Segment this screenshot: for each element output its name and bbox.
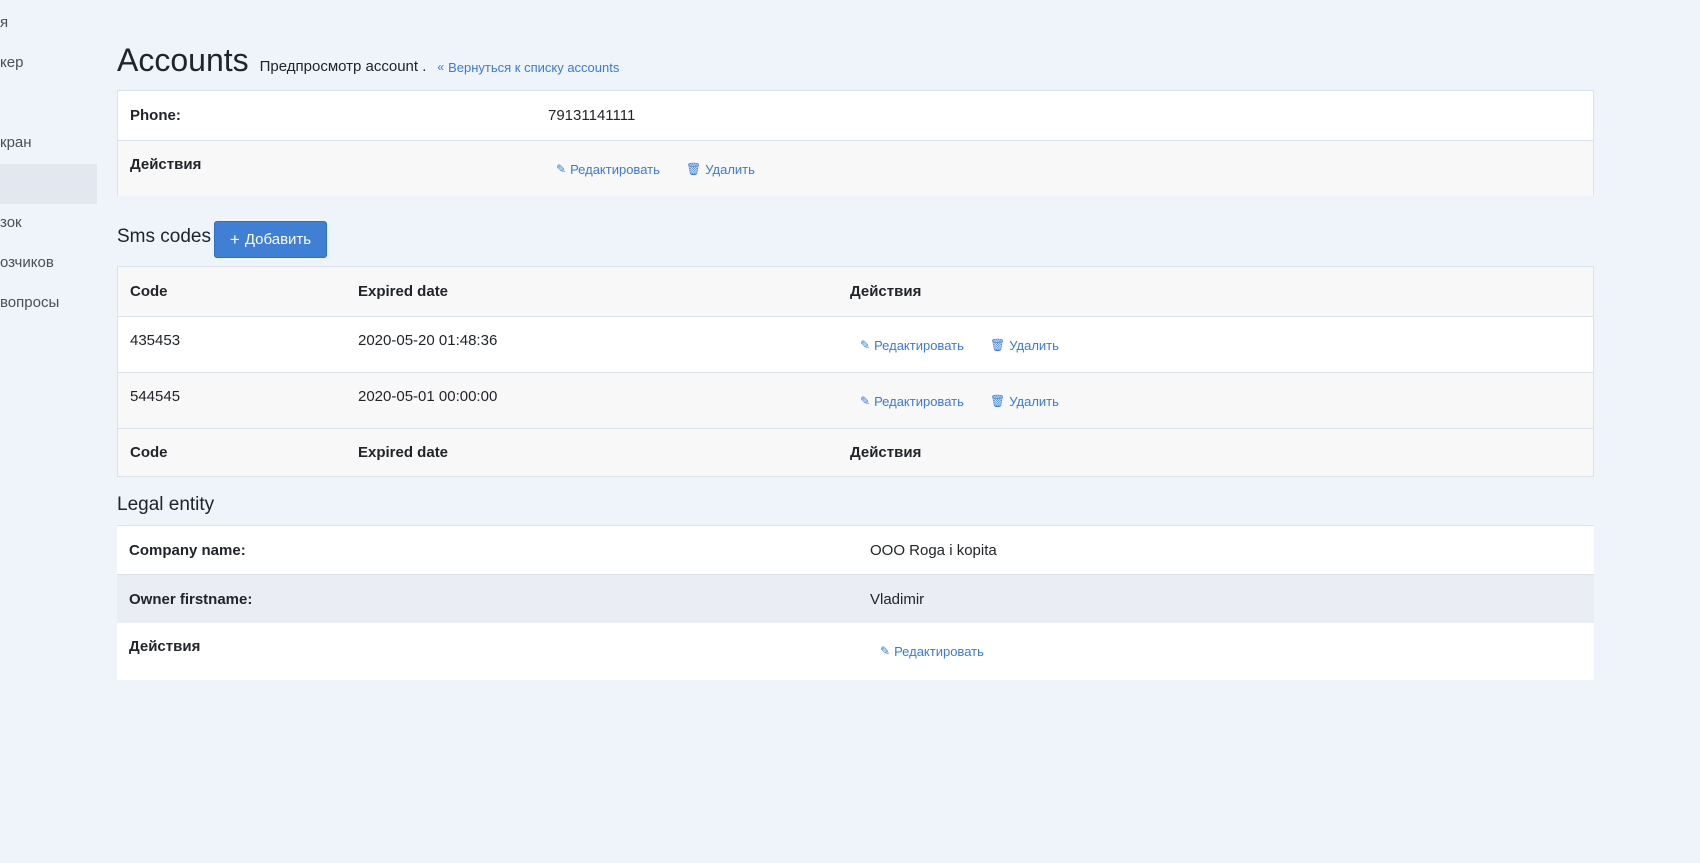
double-chevron-left-icon: « <box>437 60 445 74</box>
account-edit-link[interactable]: ✎ Редактировать <box>556 162 660 177</box>
edit-label: Редактировать <box>894 643 984 659</box>
column-header-actions: Действия <box>850 283 922 300</box>
expired-date-cell: 2020-05-20 01:48:36 <box>358 332 498 349</box>
company-name-row: Company name: OOO Roga i kopita <box>117 525 1594 574</box>
table-row: 435453 2020-05-20 01:48:36 ✎ Редактирова… <box>118 316 1593 372</box>
delete-label: Удалить <box>1009 393 1059 409</box>
sms-codes-table: Code Expired date Действия 435453 2020-0… <box>117 266 1594 477</box>
edit-label: Редактировать <box>874 393 964 409</box>
column-header-code: Code <box>130 283 168 300</box>
sidebar-item-label: вопросы <box>0 294 60 311</box>
code-cell: 435453 <box>130 332 181 349</box>
code-cell: 544545 <box>130 388 181 405</box>
sidebar-item-label: озчиков <box>0 254 54 271</box>
delete-label: Удалить <box>705 161 755 177</box>
owner-firstname-value: Vladimir <box>870 591 925 608</box>
table-footer-row: Code Expired date Действия <box>118 428 1593 476</box>
sms-code-delete-link[interactable]: 🗑 Удалить <box>990 338 1059 353</box>
column-footer-code: Code <box>130 444 168 461</box>
page-subtitle: Предпросмотр account . <box>259 58 427 75</box>
legal-entity-title: Legal entity <box>117 494 215 515</box>
phone-value: 79131141111 <box>548 107 636 124</box>
sidebar-item-7[interactable]: озчиков <box>0 243 97 283</box>
sidebar-item-label: кер <box>0 54 24 71</box>
edit-icon: ✎ <box>880 644 891 658</box>
sms-codes-title: Sms codes <box>117 226 211 247</box>
trash-icon: 🗑 <box>686 162 702 176</box>
legal-entity-actions: ✎ Редактировать <box>858 623 1018 659</box>
legal-entity-actions-row: Действия ✎ Редактировать <box>117 623 1594 679</box>
sidebar-item-6[interactable]: зок <box>0 203 97 243</box>
back-to-list-link[interactable]: « Вернуться к списку accounts <box>437 60 619 75</box>
account-actions: ✎ Редактировать 🗑 Удалить <box>536 141 789 177</box>
sidebar: я кер кран зок озчиков вопросы <box>0 0 97 863</box>
legal-entity-panel: Company name: OOO Roga i kopita Owner fi… <box>117 525 1594 680</box>
sms-code-delete-link[interactable]: 🗑 Удалить <box>990 394 1059 409</box>
edit-icon: ✎ <box>556 162 567 176</box>
column-footer-actions: Действия <box>850 444 922 461</box>
sidebar-item-label: кран <box>0 134 32 151</box>
column-footer-expired-date: Expired date <box>358 444 449 461</box>
legal-entity-actions-label: Действия <box>129 638 201 655</box>
sidebar-item-label: зок <box>0 214 22 231</box>
expired-date-cell: 2020-05-01 00:00:00 <box>358 388 498 405</box>
edit-label: Редактировать <box>874 337 964 353</box>
phone-row: Phone: 79131141111 <box>118 91 1593 140</box>
sidebar-item-2[interactable]: кер <box>0 43 97 83</box>
sidebar-item-8[interactable]: вопросы <box>0 283 97 323</box>
page-header: Accounts Предпросмотр account . « Вернут… <box>117 42 619 79</box>
plus-icon: + <box>229 229 240 249</box>
add-sms-code-button[interactable]: + Добавить <box>214 221 327 258</box>
trash-icon: 🗑 <box>990 394 1006 408</box>
account-details-panel: Phone: 79131141111 Действия ✎ Редактиров… <box>117 90 1594 196</box>
table-row: 544545 2020-05-01 00:00:00 ✎ Редактирова… <box>118 372 1593 428</box>
table-header-row: Code Expired date Действия <box>118 267 1593 316</box>
owner-firstname-row: Owner firstname: Vladimir <box>117 574 1594 623</box>
sidebar-item-5-active[interactable] <box>0 164 97 204</box>
sidebar-item-4[interactable]: кран <box>0 123 97 163</box>
company-name-value: OOO Roga i kopita <box>870 542 997 559</box>
add-button-label: Добавить <box>244 231 312 248</box>
edit-label: Редактировать <box>570 161 660 177</box>
account-delete-link[interactable]: 🗑 Удалить <box>686 162 755 177</box>
account-actions-label: Действия <box>130 156 202 173</box>
edit-icon: ✎ <box>860 338 871 352</box>
delete-label: Удалить <box>1009 337 1059 353</box>
sms-code-edit-link[interactable]: ✎ Редактировать <box>860 338 964 353</box>
row-actions: ✎ Редактировать 🗑 Удалить <box>838 317 1093 353</box>
trash-icon: 🗑 <box>990 338 1006 352</box>
account-actions-row: Действия ✎ Редактировать 🗑 Удалить <box>118 140 1593 196</box>
sms-code-edit-link[interactable]: ✎ Редактировать <box>860 394 964 409</box>
page-title: Accounts <box>117 42 249 78</box>
phone-label: Phone: <box>130 107 181 124</box>
company-name-label: Company name: <box>129 542 246 559</box>
owner-firstname-label: Owner firstname: <box>129 591 253 608</box>
row-actions: ✎ Редактировать 🗑 Удалить <box>838 373 1093 409</box>
legal-entity-edit-link[interactable]: ✎ Редактировать <box>880 644 984 659</box>
back-link-label: Вернуться к списку accounts <box>448 59 620 75</box>
sidebar-item-1[interactable]: я <box>0 3 97 43</box>
column-header-expired-date: Expired date <box>358 283 449 300</box>
edit-icon: ✎ <box>860 394 871 408</box>
sidebar-item-label: я <box>0 14 9 31</box>
sidebar-item-3[interactable] <box>0 83 97 123</box>
